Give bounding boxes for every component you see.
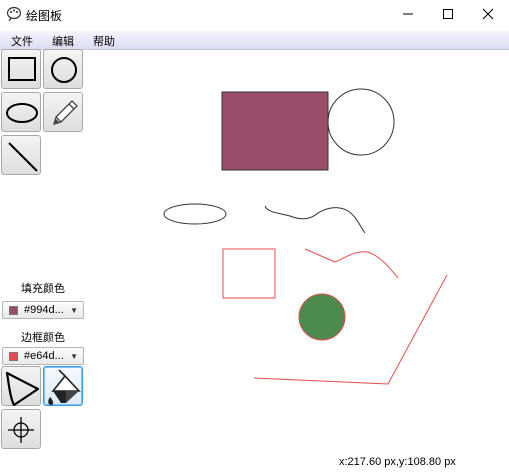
border-color-value: #e64d... [24,350,64,362]
tool-ellipse-button[interactable] [1,92,41,132]
pencil-icon [53,100,78,125]
crosshair-icon [8,417,34,443]
canvas-freehand-red[interactable] [304,248,399,279]
rectangle-icon [8,57,36,81]
canvas-circle-filled[interactable] [298,293,346,341]
minimize-button[interactable] [390,0,426,28]
minimize-icon [403,13,413,15]
fill-color-picker[interactable]: #994d... ▼ [2,301,84,319]
window-title: 绘图板 [26,9,63,23]
polygon-icon [5,371,40,407]
menu-edit[interactable]: 编辑 [52,33,74,49]
border-color-swatch [9,352,18,361]
chevron-down-icon: ▼ [70,352,78,361]
canvas-polyline-red[interactable] [253,274,448,385]
menu-bar: 文件 编辑 帮助 [0,31,509,50]
canvas-rectangle-red[interactable] [222,248,276,299]
tool-crosshair-button[interactable] [1,409,41,449]
close-button[interactable] [470,0,506,28]
canvas-freehand-black[interactable] [264,205,366,234]
tool-rectangle-button[interactable] [1,49,41,89]
tool-line-button[interactable] [1,135,41,175]
canvas-rectangle-filled[interactable] [221,91,329,171]
title-bar: 绘图板 [0,0,509,30]
line-icon [8,142,38,172]
cursor-coordinates: x:217.60 px,y:108.80 px [339,456,456,468]
border-color-picker[interactable]: #e64d... ▼ [2,347,84,365]
menu-file[interactable]: 文件 [11,33,33,49]
circle-icon [51,57,77,83]
fill-color-swatch [9,306,18,315]
canvas-ellipse-outline[interactable] [163,203,227,225]
canvas-circle-outline[interactable] [327,88,395,156]
maximize-button[interactable] [430,0,466,28]
fill-color-value: #994d... [24,304,64,316]
border-color-label: 边框颜色 [21,332,65,344]
tool-circle-button[interactable] [43,49,83,89]
tool-polygon-button[interactable] [1,366,41,407]
ellipse-icon [6,103,38,123]
tool-fill-bucket-button[interactable] [43,366,83,406]
fill-color-label: 填充颜色 [21,283,65,295]
fill-bucket-icon [48,369,81,405]
menu-help[interactable]: 帮助 [93,33,115,49]
close-icon [482,8,494,20]
maximize-icon [443,9,453,19]
app-palette-icon [6,6,22,22]
chevron-down-icon: ▼ [70,306,78,315]
tool-pencil-button[interactable] [43,92,83,132]
